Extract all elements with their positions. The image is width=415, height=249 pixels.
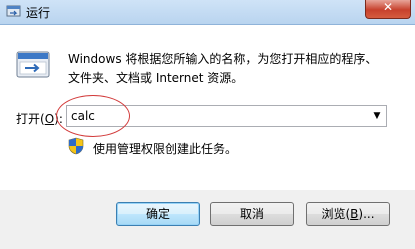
- close-icon: ✕: [382, 0, 394, 14]
- open-label-prefix: 打开(: [16, 112, 45, 126]
- cancel-button[interactable]: 取消: [210, 202, 294, 226]
- dialog-body: Windows 将根据您所输入的名称，为您打开相应的程序、 文件夹、文档或 In…: [0, 25, 415, 190]
- dialog-description: Windows 将根据您所输入的名称，为您打开相应的程序、 文件夹、文档或 In…: [68, 50, 398, 88]
- ok-button[interactable]: 确定: [116, 202, 200, 226]
- chevron-down-icon[interactable]: ▼: [370, 108, 384, 124]
- open-label: 打开(O):: [16, 110, 63, 127]
- browse-label-suffix: )...: [358, 207, 375, 221]
- description-line-2: 文件夹、文档或 Internet 资源。: [68, 71, 244, 85]
- browse-label-prefix: 浏览(: [321, 207, 351, 221]
- command-combobox[interactable]: ▼: [66, 105, 387, 127]
- run-icon: [6, 5, 21, 17]
- command-input[interactable]: [71, 108, 361, 124]
- uac-shield-icon: [68, 137, 84, 155]
- description-line-1: Windows 将根据您所输入的名称，为您打开相应的程序、: [68, 52, 378, 66]
- run-program-icon: [16, 51, 50, 78]
- window-title: 运行: [26, 6, 51, 20]
- close-button[interactable]: ✕: [365, 0, 411, 19]
- open-label-suffix: ):: [54, 112, 63, 126]
- title-bar: 运行 ✕: [0, 0, 415, 25]
- admin-note: 使用管理权限创建此任务。: [93, 142, 238, 156]
- browse-button[interactable]: 浏览(B)...: [306, 202, 390, 226]
- open-label-accesskey: O: [44, 112, 55, 126]
